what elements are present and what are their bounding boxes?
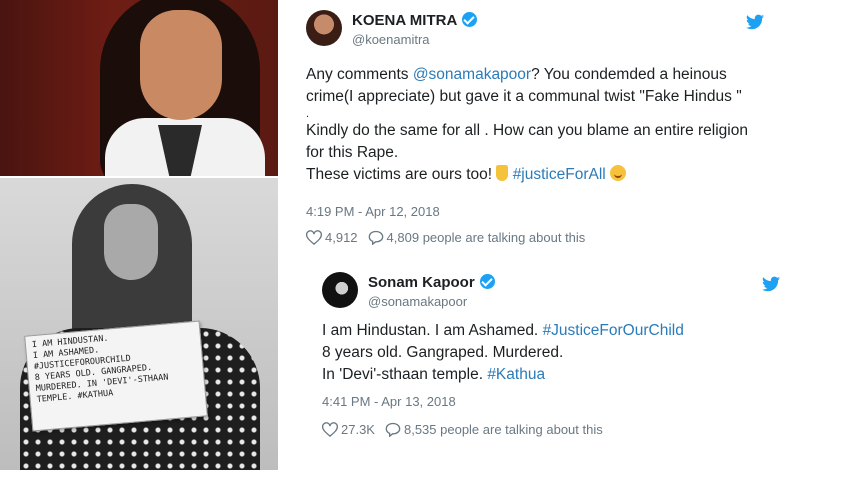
tweet-line: In 'Devi'-sthaan temple. #Kathua <box>322 366 546 383</box>
photo-face <box>104 204 158 280</box>
tweet-timestamp[interactable]: 4:41 PM - Apr 13, 2018 <box>322 394 456 409</box>
author-handle[interactable]: @koenamitra <box>352 32 430 47</box>
hashtag-link[interactable]: #Kathua <box>487 366 545 383</box>
verified-badge-icon <box>479 274 495 289</box>
hashtag-link[interactable]: #justiceForAll <box>513 166 606 183</box>
mention-link[interactable]: @sonamakapoor <box>413 66 531 83</box>
author-name-text[interactable]: Sonam Kapoor <box>368 274 475 291</box>
avatar[interactable] <box>306 10 342 46</box>
heart-icon[interactable] <box>322 422 338 437</box>
hashtag-link[interactable]: #JusticeForOurChild <box>543 322 684 339</box>
tweet-line: Kindly do the same for all . How can you… <box>306 122 748 139</box>
tweet-text: I am Hindustan. I am Ashamed. #JusticeFo… <box>322 320 782 386</box>
heart-icon[interactable] <box>306 230 322 245</box>
twitter-bird-icon[interactable] <box>746 14 764 30</box>
sonam-kapoor-photo: I am Hindustan. I am Ashamed. #JusticeFo… <box>0 178 278 470</box>
protest-placard: I am Hindustan. I am Ashamed. #JusticeFo… <box>24 320 208 432</box>
point-down-emoji <box>496 165 509 181</box>
tweet-text: Any comments @sonamakapoor? You condemde… <box>306 64 776 186</box>
tweet-actions: 27.3K 8,535 people are talking about thi… <box>322 422 603 437</box>
talking-count[interactable]: 8,535 people are talking about this <box>404 422 603 437</box>
like-count[interactable]: 27.3K <box>341 422 375 437</box>
author-name[interactable]: Sonam Kapoor <box>368 274 495 291</box>
tweet-line: . <box>306 108 310 120</box>
smile-emoji <box>610 165 627 181</box>
author-name-text[interactable]: KOENA MITRA <box>352 12 457 29</box>
comment-icon[interactable] <box>368 230 384 245</box>
like-count[interactable]: 4,912 <box>325 230 358 245</box>
tweet-line: These victims are ours too! #justiceForA… <box>306 164 776 186</box>
avatar[interactable] <box>322 272 358 308</box>
koena-mitra-photo <box>0 0 278 176</box>
talking-count[interactable]: 4,809 people are talking about this <box>387 230 586 245</box>
twitter-bird-icon[interactable] <box>762 276 780 292</box>
photo-face <box>140 10 222 120</box>
tweet-line: for this Rape. <box>306 144 399 161</box>
author-name[interactable]: KOENA MITRA <box>352 12 478 29</box>
author-handle[interactable]: @sonamakapoor <box>368 294 467 309</box>
tweet-line: I am Hindustan. I am Ashamed. #JusticeFo… <box>322 322 684 339</box>
comment-icon[interactable] <box>385 422 401 437</box>
tweet-line: crime(I appreciate) but gave it a commun… <box>306 88 742 105</box>
tweet-line: Any comments @sonamakapoor? You condemde… <box>306 66 727 83</box>
tweet-line: 8 years old. Gangraped. Murdered. <box>322 344 564 361</box>
tweet-timestamp[interactable]: 4:19 PM - Apr 12, 2018 <box>306 204 440 219</box>
tweet-actions: 4,912 4,809 people are talking about thi… <box>306 230 585 245</box>
verified-badge-icon <box>462 12 478 27</box>
